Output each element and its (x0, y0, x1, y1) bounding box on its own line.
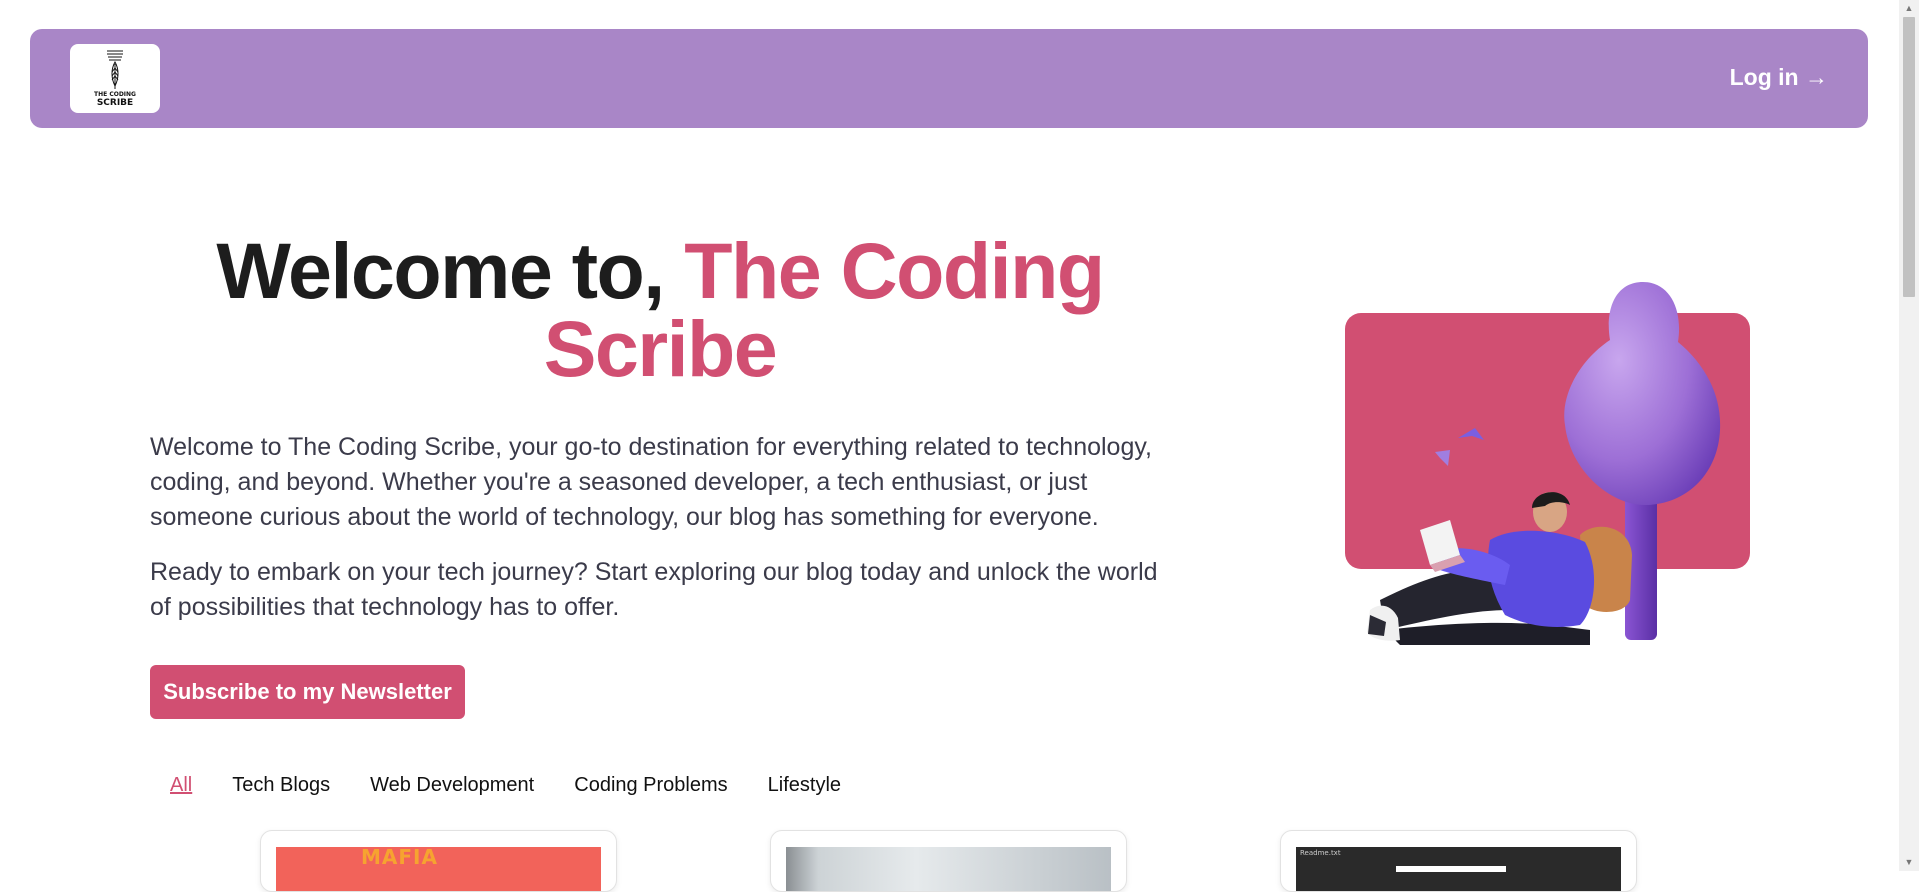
top-nav-bar: THE CODING SCRIBE Log in → (30, 29, 1868, 128)
cta-paragraph: Ready to embark on your tech journey? St… (150, 558, 1158, 621)
thumbnail-caption: Readme.txt (1300, 849, 1341, 857)
thumbnail-text: MAFIA (361, 845, 438, 869)
tab-tech-blogs[interactable]: Tech Blogs (212, 770, 350, 800)
tab-web-development[interactable]: Web Development (350, 770, 554, 800)
category-filter-tabs: All Tech Blogs Web Development Coding Pr… (150, 770, 861, 800)
blog-card[interactable]: Readme.txt (1280, 830, 1637, 892)
blog-card-thumbnail (786, 847, 1111, 891)
site-logo[interactable]: THE CODING SCRIBE (70, 44, 160, 113)
scroll-down-arrow-icon[interactable]: ▼ (1899, 854, 1919, 871)
blog-card-thumbnail: MAFIA (276, 845, 601, 891)
person-reading-under-tree-illustration (1345, 282, 1750, 645)
tab-lifestyle[interactable]: Lifestyle (748, 770, 861, 800)
tab-all[interactable]: All (150, 770, 212, 800)
title-plain: Welcome to, (216, 226, 685, 315)
scrollbar-thumb[interactable] (1903, 17, 1915, 297)
page-scrollbar[interactable]: ▲ ▼ (1899, 0, 1919, 871)
page-title: Welcome to, The Coding Scribe (150, 231, 1170, 388)
blog-card[interactable] (770, 830, 1127, 892)
blog-card[interactable]: MAFIA (260, 830, 617, 892)
login-link[interactable]: Log in → (1730, 57, 1828, 97)
intro-paragraph: Welcome to The Coding Scribe, your go-to… (150, 433, 1152, 531)
blog-card-thumbnail: Readme.txt (1296, 847, 1621, 891)
thumbnail-bar (1396, 866, 1506, 872)
tab-coding-problems[interactable]: Coding Problems (554, 770, 747, 800)
logo-text-bottom: SCRIBE (96, 98, 134, 108)
logo-text-top: THE CODING (94, 91, 136, 98)
scroll-up-arrow-icon[interactable]: ▲ (1899, 0, 1919, 17)
subscribe-newsletter-button[interactable]: Subscribe to my Newsletter (150, 665, 465, 719)
